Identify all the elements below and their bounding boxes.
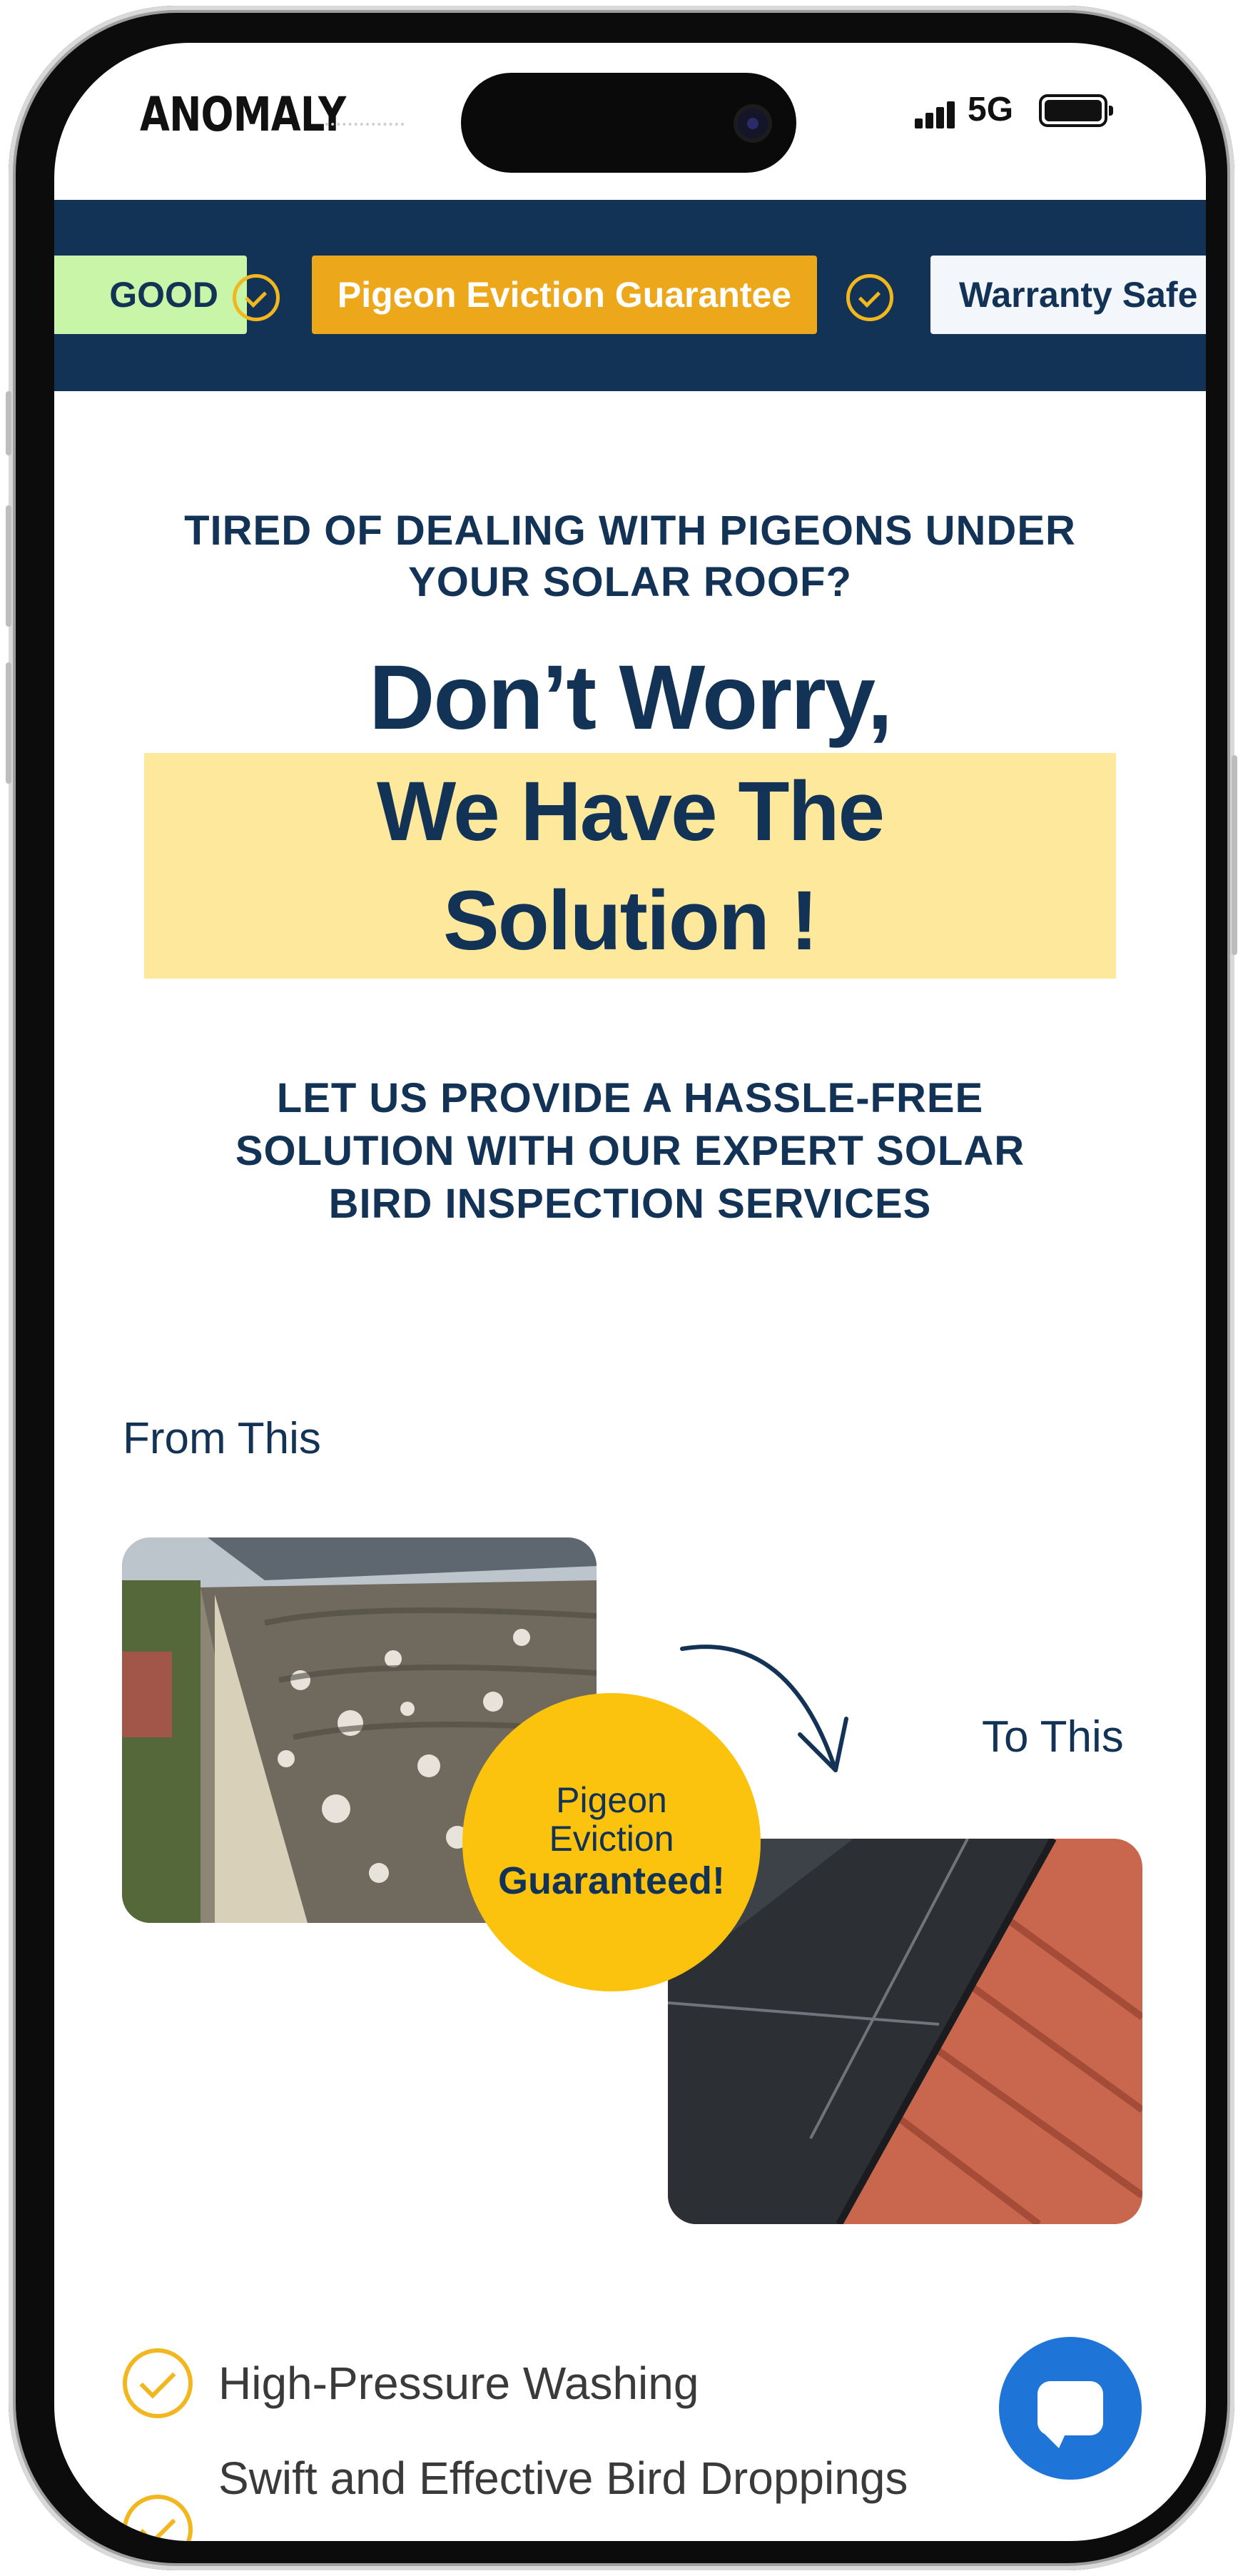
phone-frame: ANOMALY 5G GOOD Pigeon Eviction Guarante… [6,6,1237,2570]
volume-button [6,391,11,455]
battery-icon [1039,94,1113,127]
badge-warranty-safe: Warranty Safe [930,256,1206,334]
power-button [1232,755,1237,955]
volume-up-button [6,505,11,627]
guarantee-seal: Pigeon Eviction Guaranteed! [462,1693,761,1991]
hero-subtext: LET US PROVIDE A HASSLE-FREE SOLUTION WI… [235,1075,1025,1227]
hero-question: TIRED OF DEALING WITH PIGEONS UNDER YOUR… [184,507,1076,605]
check-circle-icon [123,2348,193,2418]
benefits-ribbon: GOOD Pigeon Eviction Guarantee Warranty … [54,200,1206,391]
check-circle-icon [123,2495,193,2541]
status-bar: ANOMALY 5G [54,43,1206,207]
from-this-label: From This [123,1414,321,1463]
headline-line1: Don’t Worry, [368,647,893,749]
badge-good: GOOD [54,256,247,334]
check-circle-icon [233,274,280,321]
feature-item: Swift and Effective Bird Droppings [123,2453,908,2541]
camera-icon [738,108,768,138]
volume-down-button [6,662,11,784]
chat-button[interactable] [999,2337,1142,2480]
check-circle-icon [846,274,893,321]
brand-logo: ANOMALY [140,87,346,142]
network-label: 5G [968,91,1014,128]
headline-line3: Solution ! [443,874,818,968]
feature-item: High-Pressure Washing [123,2348,699,2418]
brand-divider [325,123,404,126]
to-this-label: To This [982,1712,1124,1762]
signal-icon [915,100,958,128]
chat-bubble-icon [1037,2381,1103,2435]
badge-pigeon-eviction-guarantee: Pigeon Eviction Guarantee [312,256,817,334]
screen: ANOMALY 5G GOOD Pigeon Eviction Guarante… [54,43,1206,2541]
headline-line2: We Have The [376,764,885,859]
dynamic-island [461,73,796,173]
